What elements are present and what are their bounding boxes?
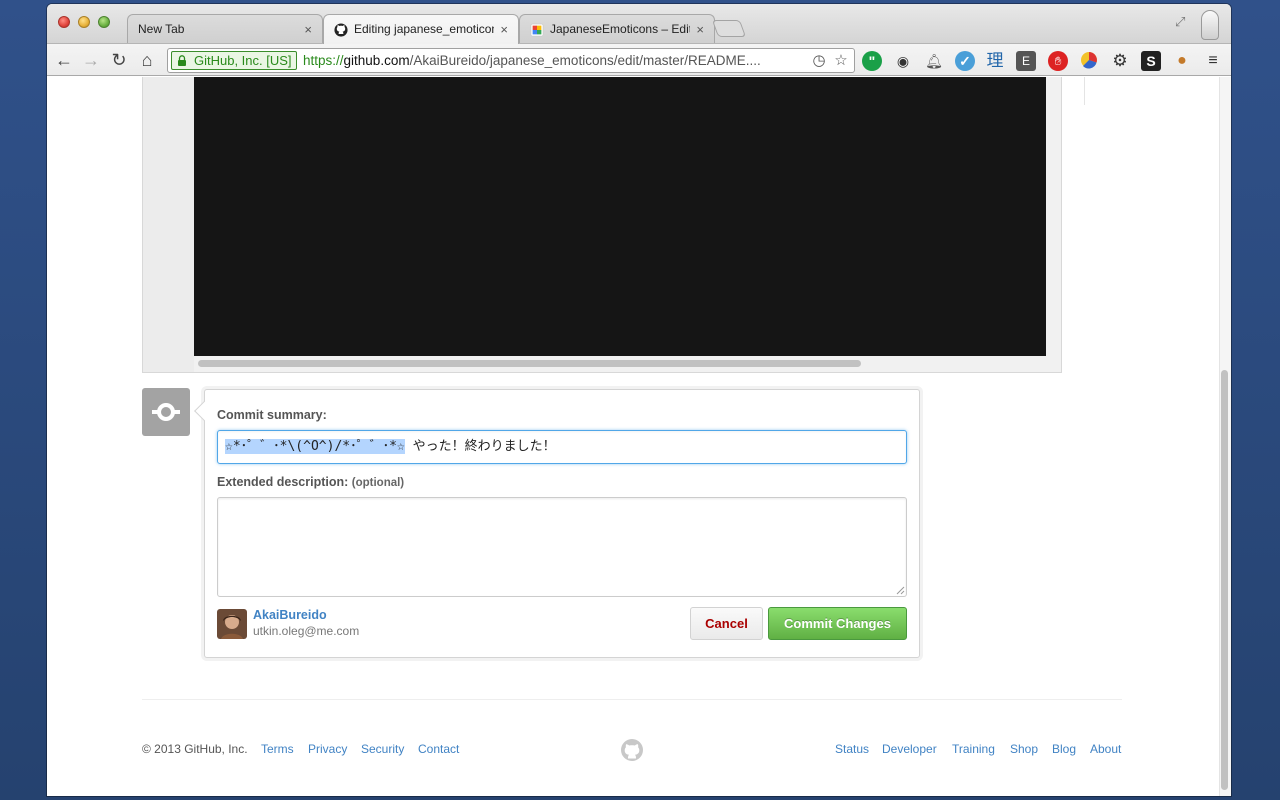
lock-icon (178, 55, 186, 66)
menu-icon[interactable]: ≡ (1203, 51, 1223, 71)
address-bar[interactable]: GitHub, Inc. [US] https://github.com/Aka… (167, 48, 855, 73)
gear-icon[interactable]: ⚙ (1110, 51, 1130, 71)
scribefire-icon[interactable]: S (1141, 51, 1161, 71)
tab-label: Editing japanese_emoticon (354, 22, 494, 36)
extended-description-title: Extended description: (217, 475, 349, 489)
footer-link-developer[interactable]: Developer (882, 742, 937, 756)
page-content: Commit summary: ☆*･゜゛･*\(^O^)/*･゜゛･*☆ やっ… (47, 77, 1219, 796)
url-host: github.com (343, 53, 410, 68)
tab-close-icon[interactable]: × (500, 15, 508, 44)
ri-kanji-icon[interactable]: 理 (985, 51, 1005, 71)
commit-icon (142, 388, 190, 436)
reload-icon[interactable]: ↻ (108, 49, 130, 71)
piechart-icon[interactable] (1079, 51, 1099, 71)
evernote-icon[interactable]: E (1016, 51, 1036, 71)
footer-link-contact[interactable]: Contact (418, 742, 459, 756)
code-editor-container (142, 77, 1062, 373)
tab-label: New Tab (138, 22, 185, 36)
minimize-window-button[interactable] (78, 16, 90, 28)
footer-link-security[interactable]: Security (361, 742, 404, 756)
forward-icon[interactable]: → (80, 49, 102, 71)
editor-horizontal-scrollbar[interactable] (198, 360, 861, 367)
extended-description-label: Extended description: (optional) (217, 475, 404, 489)
extension-glasses-icon[interactable]: ◉ (893, 51, 913, 71)
commit-summary-input[interactable]: ☆*･゜゛･*\(^O^)/*･゜゛･*☆ やった！終わりました！ (217, 430, 907, 464)
google-drive-favicon-icon (530, 23, 544, 37)
browser-toolbar: ← → ↻ ⌂ GitHub, Inc. [US] https://github… (47, 43, 1231, 76)
tab-close-icon[interactable]: × (304, 15, 312, 44)
footer-divider (142, 699, 1122, 700)
cancel-button[interactable]: Cancel (690, 607, 763, 640)
extended-description-textarea[interactable] (217, 497, 907, 597)
github-octocat-icon[interactable] (620, 738, 644, 762)
url-scheme: https:// (303, 53, 344, 68)
footer-link-status[interactable]: Status (835, 742, 869, 756)
hangouts-icon[interactable]: " (862, 51, 882, 71)
commit-summary-label: Commit summary: (217, 408, 327, 422)
extension-v-icon[interactable]: ✓ (955, 51, 975, 71)
bell-icon[interactable]: 🔔︎ (924, 51, 944, 71)
github-favicon-icon (334, 23, 348, 37)
editor-gutter (143, 77, 194, 372)
tab-close-icon[interactable]: × (696, 15, 704, 44)
footer-link-privacy[interactable]: Privacy (308, 742, 347, 756)
ev-certificate-badge[interactable]: GitHub, Inc. [US] (171, 51, 297, 70)
footer-link-about[interactable]: About (1090, 742, 1121, 756)
tab-new-tab[interactable]: New Tab × (127, 14, 323, 44)
footer-copyright: © 2013 GitHub, Inc. (142, 742, 248, 756)
avatar (217, 609, 247, 639)
footer-link-training[interactable]: Training (952, 742, 995, 756)
commit-changes-button[interactable]: Commit Changes (768, 607, 907, 640)
fullscreen-icon[interactable]: ⤢ (1175, 14, 1189, 29)
close-window-button[interactable] (58, 16, 70, 28)
selected-text: ☆*･゜゛･*\(^O^)/*･゜゛･*☆ (225, 439, 405, 454)
footer-link-blog[interactable]: Blog (1052, 742, 1076, 756)
home-icon[interactable]: ⌂ (136, 49, 158, 71)
history-icon[interactable]: ◷ (810, 52, 828, 70)
page-scrollbar-thumb[interactable] (1221, 370, 1228, 790)
code-editor[interactable] (194, 77, 1046, 356)
browser-window: New Tab × Editing japanese_emoticon × Ja… (47, 4, 1231, 796)
author-name-link[interactable]: AkaiBureido (253, 608, 327, 622)
new-tab-button[interactable] (711, 20, 747, 37)
tab-label: JapaneseEmoticons – Edit I (550, 22, 690, 36)
summary-text: やった！終わりました！ (404, 439, 556, 454)
adblock-icon[interactable]: ✋︎ (1048, 51, 1068, 71)
resize-grip-icon[interactable] (896, 586, 905, 595)
profile-avatar-icon[interactable] (1201, 10, 1219, 40)
cookie-icon[interactable]: ● (1172, 51, 1192, 71)
url-text: https://github.com/AkaiBureido/japanese_… (303, 49, 761, 72)
commit-form-pointer (194, 401, 214, 421)
tab-japanese-emoticons[interactable]: JapaneseEmoticons – Edit I × (519, 14, 715, 44)
footer-link-terms[interactable]: Terms (261, 742, 294, 756)
author-email: utkin.oleg@me.com (253, 624, 360, 638)
ev-label: GitHub, Inc. [US] (194, 53, 292, 68)
footer-link-shop[interactable]: Shop (1010, 742, 1038, 756)
optional-hint: (optional) (351, 477, 405, 489)
commit-form: Commit summary: ☆*･゜゛･*\(^O^)/*･゜゛･*☆ やっ… (194, 389, 920, 658)
star-icon[interactable]: ☆ (832, 52, 850, 70)
back-icon[interactable]: ← (53, 49, 75, 71)
tab-strip: New Tab × Editing japanese_emoticon × Ja… (47, 4, 1231, 44)
url-path: /AkaiBureido/japanese_emoticons/edit/mas… (409, 53, 761, 68)
zoom-window-button[interactable] (98, 16, 110, 28)
tab-editing-github[interactable]: Editing japanese_emoticon × (323, 14, 519, 44)
divider (1084, 77, 1085, 105)
